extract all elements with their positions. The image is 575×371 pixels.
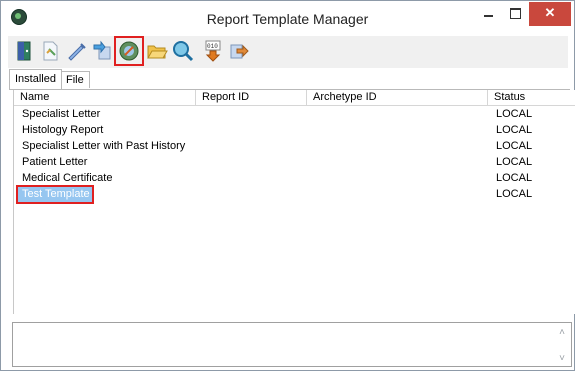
- table-row[interactable]: Specialist Letter with Past History LOCA…: [14, 139, 575, 154]
- tab-file[interactable]: File: [60, 71, 90, 88]
- row-status: LOCAL: [496, 140, 533, 152]
- row-name: Test Template: [16, 185, 94, 204]
- edit-pencil-icon: [68, 43, 86, 61]
- minimize-icon: [484, 15, 493, 17]
- table-row[interactable]: Medical Certificate LOCAL: [14, 171, 575, 186]
- scroll-up-icon[interactable]: ˄: [557, 328, 567, 338]
- binary-download-icon: 010: [205, 40, 221, 62]
- table-header: Name Report ID Archetype ID Status: [14, 90, 575, 106]
- toolbar: 010: [8, 36, 568, 68]
- maximize-icon: [510, 8, 521, 19]
- row-name: Specialist Letter: [22, 108, 101, 120]
- install-globe-icon: [119, 41, 139, 61]
- export-template-icon: [230, 44, 249, 59]
- column-header-status[interactable]: Status: [488, 90, 575, 105]
- new-document-icon: [43, 41, 58, 61]
- tab-installed[interactable]: Installed: [9, 69, 62, 89]
- table-row[interactable]: Histology Report LOCAL: [14, 123, 575, 138]
- row-report-id: [196, 123, 307, 138]
- maximize-button[interactable]: [503, 2, 527, 26]
- row-status: LOCAL: [496, 108, 533, 120]
- import-template-icon: [93, 40, 111, 60]
- row-report-id: [196, 107, 307, 122]
- title-bar[interactable]: Report Template Manager ✕: [1, 1, 574, 35]
- exit-button[interactable]: [12, 39, 36, 63]
- row-status: LOCAL: [496, 172, 533, 184]
- row-report-id: [196, 187, 307, 202]
- row-name: Patient Letter: [22, 156, 88, 168]
- install-template-button[interactable]: [114, 36, 144, 66]
- row-archetype-id: [307, 171, 488, 186]
- search-magnifier-icon: [173, 41, 194, 62]
- row-status: LOCAL: [496, 124, 533, 136]
- row-archetype-id: [307, 155, 488, 170]
- export-template-button[interactable]: [227, 39, 251, 63]
- scroll-down-icon[interactable]: ˅: [557, 354, 567, 364]
- row-status: LOCAL: [496, 188, 533, 200]
- svg-text:010: 010: [207, 43, 218, 50]
- search-button[interactable]: [171, 39, 195, 63]
- description-box[interactable]: ˄ ˅: [12, 322, 572, 367]
- templates-table[interactable]: Name Report ID Archetype ID Status Speci…: [13, 90, 575, 314]
- new-template-button[interactable]: [38, 39, 62, 63]
- column-header-archetype-id[interactable]: Archetype ID: [307, 90, 488, 105]
- row-archetype-id: [307, 107, 488, 122]
- report-template-manager-window: Report Template Manager ✕ 010 Installed …: [0, 0, 575, 371]
- row-report-id: [196, 155, 307, 170]
- close-button[interactable]: ✕: [529, 2, 571, 26]
- import-template-button[interactable]: [90, 39, 114, 63]
- row-name: Specialist Letter with Past History: [22, 140, 186, 152]
- table-row[interactable]: Patient Letter LOCAL: [14, 155, 575, 170]
- row-report-id: [196, 139, 307, 154]
- exit-door-icon: [17, 41, 31, 61]
- column-header-report-id[interactable]: Report ID: [196, 90, 307, 105]
- row-archetype-id: [307, 123, 488, 138]
- binary-download-button[interactable]: 010: [201, 39, 225, 63]
- minimize-button[interactable]: [476, 2, 500, 26]
- row-name: Medical Certificate: [22, 172, 113, 184]
- row-name: Histology Report: [22, 124, 104, 136]
- row-archetype-id: [307, 139, 488, 154]
- row-report-id: [196, 171, 307, 186]
- edit-template-button[interactable]: [64, 39, 88, 63]
- row-archetype-id: [307, 187, 488, 202]
- close-icon: ✕: [544, 5, 556, 20]
- table-row-selected[interactable]: Test Template LOCAL: [14, 185, 575, 204]
- row-status: LOCAL: [496, 156, 533, 168]
- table-row[interactable]: Specialist Letter LOCAL: [14, 107, 575, 122]
- column-header-name[interactable]: Name: [14, 90, 196, 105]
- open-folder-icon: [147, 45, 168, 59]
- description-scrollbar[interactable]: ˄ ˅: [555, 325, 569, 364]
- open-folder-button[interactable]: [145, 39, 169, 63]
